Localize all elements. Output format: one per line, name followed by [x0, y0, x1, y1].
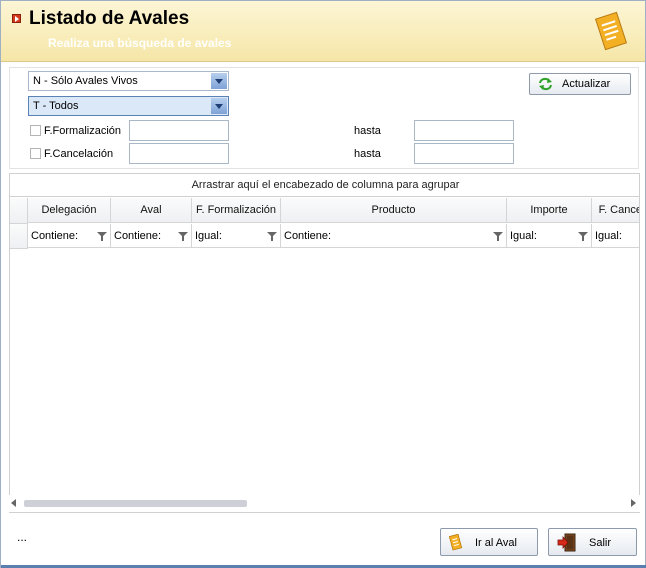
filter-cell-f-formalizacion[interactable]: Igual: — [192, 224, 281, 248]
cancelacion-checkbox[interactable] — [30, 148, 41, 159]
goto-aval-button[interactable]: Ir al Aval — [440, 528, 538, 556]
filter-panel: N - Sólo Avales Vivos T - Todos F.Formal… — [9, 67, 639, 169]
horizontal-scrollbar[interactable] — [9, 495, 640, 512]
filter-operator: Igual: — [595, 230, 622, 242]
formalizacion-hasta-label: hasta — [354, 125, 381, 137]
group-by-panel[interactable]: Arrastrar aquí el encabezado de columna … — [10, 174, 639, 197]
filter-operator: Igual: — [195, 230, 222, 242]
status-text: ... — [17, 530, 28, 544]
page-title: Listado de Avales — [29, 8, 190, 29]
funnel-icon[interactable] — [97, 232, 107, 241]
notepad-icon — [449, 534, 463, 551]
cancelacion-hasta-label: hasta — [354, 148, 381, 160]
notepad-icon — [594, 11, 628, 51]
cancelacion-label: F.Cancelación — [44, 148, 114, 160]
status-combo-value: N - Sólo Avales Vivos — [33, 75, 138, 87]
funnel-icon[interactable] — [267, 232, 277, 241]
refresh-button-label: Actualizar — [562, 78, 611, 90]
header-banner: Listado de Avales Realiza una búsqueda d… — [1, 1, 645, 62]
scroll-left-icon[interactable] — [11, 499, 16, 507]
cancelacion-to-input[interactable] — [414, 143, 514, 164]
formalizacion-checkbox[interactable] — [30, 125, 41, 136]
exit-button[interactable]: Salir — [548, 528, 637, 556]
funnel-icon[interactable] — [493, 232, 503, 241]
filter-cell-delegacion[interactable]: Contiene: — [28, 224, 111, 248]
cancelacion-from-input[interactable] — [129, 143, 229, 164]
bullet-arrow-icon — [12, 14, 21, 23]
funnel-icon[interactable] — [178, 232, 188, 241]
filter-operator: Contiene: — [284, 230, 332, 242]
refresh-icon — [539, 77, 552, 91]
header-row-indicator — [10, 198, 28, 224]
funnel-icon[interactable] — [578, 232, 588, 241]
column-header-f-formalizacion[interactable]: F. Formalización — [192, 198, 281, 223]
column-header-producto[interactable]: Producto — [281, 198, 507, 223]
status-combo[interactable]: N - Sólo Avales Vivos — [28, 71, 229, 91]
formalizacion-label: F.Formalización — [44, 125, 122, 137]
chevron-down-icon[interactable] — [211, 73, 227, 89]
refresh-button[interactable]: Actualizar — [529, 73, 631, 95]
chevron-down-icon[interactable] — [211, 98, 227, 114]
exit-label: Salir — [589, 537, 612, 549]
formalizacion-from-input[interactable] — [129, 120, 229, 141]
filter-cell-aval[interactable]: Contiene: — [111, 224, 192, 248]
filter-operator: Igual: — [510, 230, 537, 242]
scroll-right-icon[interactable] — [631, 499, 636, 507]
filter-cell-f-cancelacion[interactable]: Igual: — [592, 224, 639, 248]
goto-aval-label: Ir al Aval — [475, 537, 517, 549]
scrollbar-thumb[interactable] — [24, 500, 247, 507]
column-header-importe[interactable]: Importe — [507, 198, 592, 223]
avales-grid: Arrastrar aquí el encabezado de columna … — [9, 173, 640, 513]
column-header-f-cancelacion[interactable]: F. Cancel — [592, 198, 639, 223]
filter-cell-producto[interactable]: Contiene: — [281, 224, 507, 248]
formalizacion-to-input[interactable] — [414, 120, 514, 141]
filter-cell-importe[interactable]: Igual: — [507, 224, 592, 248]
column-header-delegacion[interactable]: Delegación — [28, 198, 111, 223]
window: Listado de Avales Realiza una búsqueda d… — [0, 0, 646, 568]
type-combo[interactable]: T - Todos — [28, 96, 229, 116]
page-subtitle: Realiza una búsqueda de avales — [48, 36, 232, 50]
filter-operator: Contiene: — [114, 230, 162, 242]
filter-row-indicator — [10, 224, 28, 249]
column-header-aval[interactable]: Aval — [111, 198, 192, 223]
type-combo-value: T - Todos — [33, 100, 79, 112]
exit-door-icon — [557, 533, 576, 552]
filter-operator: Contiene: — [31, 230, 79, 242]
